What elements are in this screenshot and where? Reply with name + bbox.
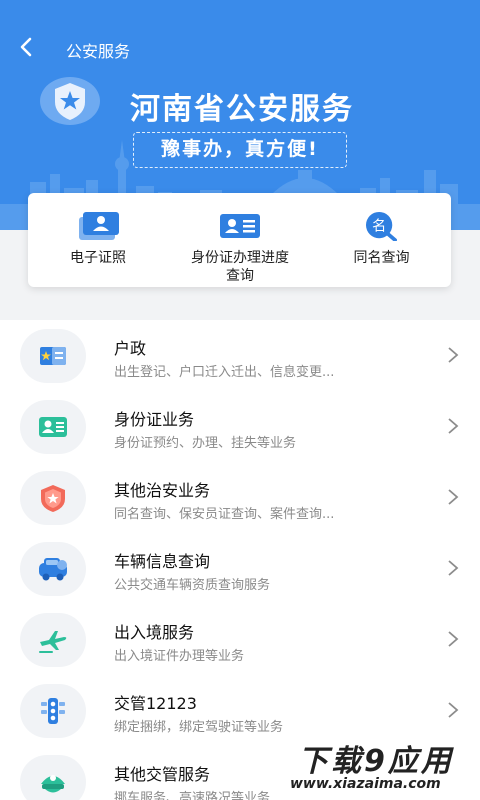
list-item-title: 车辆信息查询 <box>114 552 211 571</box>
quick-action-label: 电子证照 <box>70 250 126 266</box>
police-shield-logo-icon <box>40 77 100 125</box>
list-item-subtitle: 绑定捆绑，绑定驾驶证等业务 <box>114 720 284 735</box>
chevron-right-icon <box>448 418 459 434</box>
police-badge-icon <box>41 485 65 512</box>
quick-action-e-license[interactable]: 电子证照 <box>28 193 168 287</box>
svg-text:名: 名 <box>372 219 386 235</box>
chevron-right-icon <box>448 631 459 647</box>
nav-title: 公安服务 <box>66 42 131 61</box>
list-item-subtitle: 出入境证件办理等业务 <box>114 649 245 664</box>
list-item-subtitle: 身份证预约、办理、挂失等业务 <box>114 436 297 451</box>
list-item-id-card[interactable]: 身份证业务 身份证预约、办理、挂失等业务 <box>0 391 480 462</box>
list-item-public-security[interactable]: 其他治安业务 同名查询、保安员证查询、案件查询... <box>0 462 480 533</box>
list-item-title: 交管12123 <box>114 694 197 713</box>
list-item-subtitle: 公共交通车辆资质查询服务 <box>114 578 271 593</box>
list-item-subtitle: 同名查询、保安员证查询、案件查询... <box>114 507 335 522</box>
quick-action-label: 身份证办理进度 查询 <box>168 249 312 285</box>
quick-action-label-line1: 身份证办理进度 <box>191 250 289 266</box>
watermark-logo-text: 下载9应用 <box>298 744 454 779</box>
traffic-police-cap-icon <box>41 775 65 793</box>
quick-action-label: 同名查询 <box>353 250 410 266</box>
chevron-right-icon <box>448 489 459 505</box>
list-item-title: 其他治安业务 <box>114 481 211 500</box>
list-item-subtitle: 挪车服务、高速路况等业务 <box>114 791 271 800</box>
list-item-exit-entry[interactable]: 出入境服务 出入境证件办理等业务 <box>0 604 480 675</box>
list-item-title: 身份证业务 <box>114 410 195 429</box>
service-list: 户政 出生登记、户口迁入迁出、信息变更... 身份证业务 身份证预约、办理、挂失… <box>0 320 480 800</box>
top-nav-bar: 公安服务 <box>0 28 480 68</box>
airplane-icon <box>39 631 67 653</box>
chevron-right-icon <box>448 560 459 576</box>
list-item-title: 其他交管服务 <box>114 765 211 784</box>
list-item-vehicle-info[interactable]: 车辆信息查询 公共交通车辆资质查询服务 <box>0 533 480 604</box>
quick-action-label-line2: 查询 <box>226 268 254 284</box>
quick-action-id-progress[interactable]: 身份证办理进度 查询 <box>168 193 312 287</box>
name-search-icon: 名 <box>366 211 397 241</box>
id-card-icon <box>39 417 67 437</box>
list-item-title: 出入境服务 <box>114 623 195 642</box>
list-item-subtitle: 出生登记、户口迁入迁出、信息变更... <box>114 365 335 380</box>
hero-slogan: 豫事办，真方便! <box>133 132 347 168</box>
list-item-household[interactable]: 户政 出生登记、户口迁入迁出、信息变更... <box>0 320 480 391</box>
site-watermark: 下载9应用 www.xiazaima.com <box>284 734 480 800</box>
id-progress-icon <box>220 214 260 238</box>
household-icon <box>40 347 66 365</box>
quick-actions-card: 电子证照 身份证办理进度 查询 名 同名查询 <box>28 193 451 287</box>
id-card-icon <box>79 212 119 240</box>
traffic-light-icon <box>41 698 65 724</box>
watermark-url: www.xiazaima.com <box>290 776 441 792</box>
list-item-title: 户政 <box>114 339 147 358</box>
back-arrow-icon[interactable] <box>14 34 40 60</box>
hero-title: 河南省公安服务 <box>130 92 354 127</box>
quick-action-name-search[interactable]: 名 同名查询 <box>312 193 451 287</box>
chevron-right-icon <box>448 702 459 718</box>
vehicle-icon <box>39 558 67 581</box>
chevron-right-icon <box>448 347 459 363</box>
